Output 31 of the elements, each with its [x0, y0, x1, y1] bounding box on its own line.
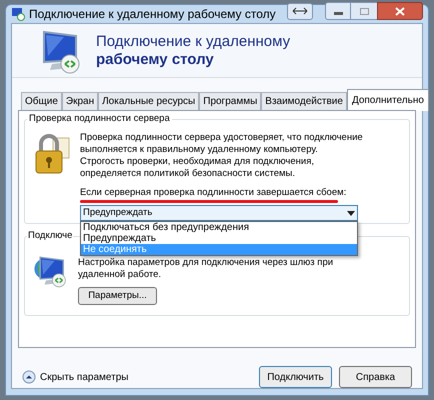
close-button[interactable] [377, 2, 423, 20]
double-arrow-icon [292, 7, 308, 15]
header-subtitle: рабочему столу [96, 50, 215, 68]
maximize-icon [360, 8, 368, 14]
dropdown[interactable]: Предупреждать [80, 205, 358, 221]
maximize-button[interactable] [351, 2, 377, 20]
padlock-icon [33, 132, 71, 176]
help-button[interactable]: Справка [339, 366, 412, 388]
minimize-icon [334, 12, 342, 15]
dropdown-arrow-icon [347, 210, 355, 216]
resize-button[interactable] [287, 2, 313, 20]
chevron-up-icon [22, 370, 36, 384]
tab[interactable]: Программы [199, 92, 262, 110]
window-title: Подключение к удаленному рабочему столу [29, 6, 276, 23]
dropdown-option[interactable]: Предупреждать [81, 233, 357, 244]
hide-options-toggle[interactable]: Скрыть параметры [22, 370, 128, 384]
close-icon [395, 6, 405, 16]
gateway-description: Настройка параметров для подключения через шлюз при удаленной работе. [78, 257, 334, 281]
minimize-button[interactable] [325, 2, 351, 20]
tab[interactable]: Общие [21, 92, 62, 110]
tab[interactable]: Дополнительно [346, 89, 429, 111]
settings-button[interactable]: Параметры... [78, 287, 157, 305]
connect-button[interactable]: Подключить [259, 366, 332, 388]
header-title: Подключение к удаленному [96, 32, 290, 50]
app-icon [11, 7, 25, 21]
tab[interactable]: Локальные ресурсы [98, 92, 200, 110]
dropdown-option[interactable]: Подключаться без предупреждения [81, 222, 357, 233]
tab[interactable]: Взаимодействие [261, 92, 347, 110]
tab[interactable]: Экран [62, 92, 98, 110]
description-text: Проверка подлинности сервера удостоверяет, что подключение выполняется к правильному удаленному компьютеру. Строгость проверки, необходимая для подключения, определяется политикой безопасности системы. [80, 132, 363, 180]
prompt-text: Если серверная проверка подлинности завершается сбоем: [80, 187, 346, 199]
